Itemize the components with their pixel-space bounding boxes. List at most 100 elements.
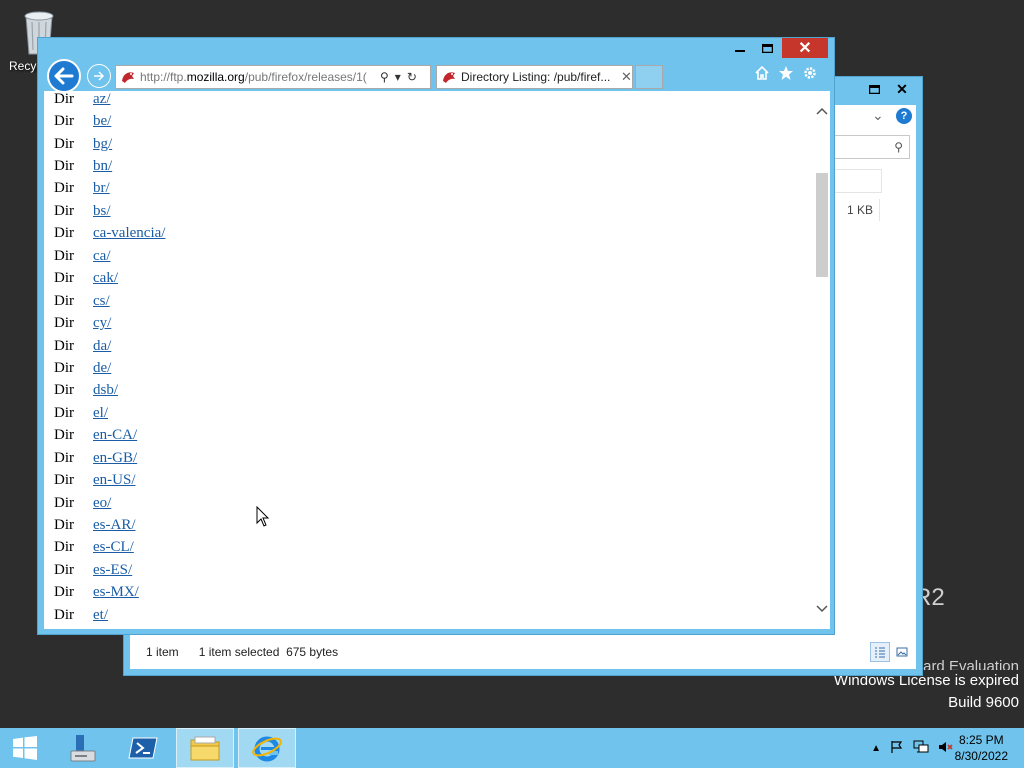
taskbar: ▲ 8:25 PM 8/30/2022 xyxy=(0,728,1024,768)
show-hidden-icons-icon[interactable]: ▲ xyxy=(871,743,881,754)
explorer-search-input[interactable]: ⚲ xyxy=(830,135,910,159)
directory-link[interactable]: es-AR/ xyxy=(93,517,136,534)
entry-type: Dir xyxy=(54,561,74,578)
home-icon[interactable] xyxy=(754,65,770,86)
action-center-flag-icon[interactable] xyxy=(890,740,904,757)
scrollbar-thumb[interactable] xyxy=(816,173,828,277)
entry-type: Dir xyxy=(54,113,74,130)
directory-link[interactable]: cy/ xyxy=(93,315,111,332)
list-item: Dir da/ xyxy=(54,335,165,357)
settings-gear-icon[interactable] xyxy=(802,65,818,86)
url-text[interactable]: http://ftp.mozilla.org/pub/firefox/relea… xyxy=(140,70,374,84)
clock-date: 8/30/2022 xyxy=(954,749,1008,763)
large-icons-view-button[interactable] xyxy=(892,642,912,662)
list-item: Dir es-AR/ xyxy=(54,514,165,536)
entry-type: Dir xyxy=(54,135,74,152)
back-button[interactable] xyxy=(47,59,81,93)
directory-link[interactable]: bn/ xyxy=(93,158,112,175)
list-item: Dir bn/ xyxy=(54,155,165,177)
directory-link[interactable]: es-MX/ xyxy=(93,584,139,601)
file-explorer-taskbar-icon[interactable] xyxy=(176,728,234,768)
page-content[interactable]: Dir az/Dir be/Dir bg/Dir bn/Dir br/Dir bs/Dir c… xyxy=(44,91,830,629)
entry-type: Dir xyxy=(54,494,74,511)
entry-type: Dir xyxy=(54,404,74,421)
entry-type: Dir xyxy=(54,225,74,242)
list-item: Dir et/ xyxy=(54,604,165,626)
directory-link[interactable]: eo/ xyxy=(93,495,111,512)
directory-link[interactable]: en-US/ xyxy=(93,472,136,489)
entry-type: Dir xyxy=(54,427,74,444)
directory-link[interactable]: be/ xyxy=(93,113,111,130)
directory-link[interactable]: de/ xyxy=(93,360,111,377)
maximize-button[interactable] xyxy=(754,38,781,58)
directory-link[interactable]: en-GB/ xyxy=(93,450,137,467)
directory-link[interactable]: en-CA/ xyxy=(93,427,137,444)
entry-type: Dir xyxy=(54,584,74,601)
directory-link[interactable]: ca/ xyxy=(93,248,110,265)
favorites-star-icon[interactable] xyxy=(778,65,794,86)
directory-link[interactable]: ca-valencia/ xyxy=(93,225,165,242)
scroll-down-icon[interactable] xyxy=(813,599,830,619)
refresh-icon[interactable]: ↻ xyxy=(407,70,417,84)
network-icon[interactable] xyxy=(913,740,929,757)
close-button[interactable]: ✕ xyxy=(782,38,828,58)
system-tray: ▲ xyxy=(871,740,954,757)
volume-muted-icon[interactable] xyxy=(938,740,954,757)
chevron-down-icon[interactable]: ⌄ xyxy=(872,107,884,124)
vertical-scrollbar[interactable] xyxy=(813,91,830,629)
tab-close-icon[interactable]: ✕ xyxy=(621,69,632,85)
directory-link[interactable]: es-CL/ xyxy=(93,539,134,556)
entry-type: Dir xyxy=(54,539,74,556)
explorer-close-button[interactable]: ✕ xyxy=(888,79,916,99)
scroll-up-icon[interactable] xyxy=(813,101,830,121)
internet-explorer-taskbar-icon[interactable] xyxy=(238,728,296,768)
list-item: Dir en-GB/ xyxy=(54,447,165,469)
forward-button[interactable] xyxy=(87,64,111,88)
list-item: Dir ca/ xyxy=(54,245,165,267)
directory-link[interactable]: br/ xyxy=(93,180,110,197)
entry-type: Dir xyxy=(54,359,74,376)
list-item: Dir be/ xyxy=(54,110,165,132)
search-icon[interactable]: ⚲ xyxy=(380,70,389,84)
tab-directory-listing[interactable]: Directory Listing: /pub/firef... ✕ xyxy=(436,65,633,89)
directory-link[interactable]: es-ES/ xyxy=(93,562,132,579)
dropdown-arrow-icon[interactable]: ▾ xyxy=(395,70,401,84)
minimize-button[interactable] xyxy=(726,38,753,58)
site-favicon-icon xyxy=(122,72,134,83)
powershell-icon[interactable] xyxy=(114,728,172,768)
directory-link[interactable]: az/ xyxy=(93,91,110,108)
entry-type: Dir xyxy=(54,270,74,287)
directory-link[interactable]: da/ xyxy=(93,338,111,355)
address-bar[interactable]: http://ftp.mozilla.org/pub/firefox/relea… xyxy=(115,65,431,89)
browser-window[interactable]: ✕ http://ftp.mozilla.org/pub/firefox/rel… xyxy=(37,37,835,635)
server-manager-icon[interactable] xyxy=(54,728,112,768)
list-item: Dir bg/ xyxy=(54,133,165,155)
details-view-button[interactable] xyxy=(870,642,890,662)
new-tab-button[interactable] xyxy=(635,65,663,89)
entry-type: Dir xyxy=(54,315,74,332)
entry-type: Dir xyxy=(54,337,74,354)
tab-title: Directory Listing: /pub/firef... xyxy=(461,70,611,84)
entry-type: Dir xyxy=(54,158,74,175)
list-item: Dir es-MX/ xyxy=(54,582,165,604)
list-item: Dir bs/ xyxy=(54,200,165,222)
directory-link[interactable]: cs/ xyxy=(93,293,110,310)
directory-link[interactable]: bs/ xyxy=(93,203,111,220)
clock[interactable]: 8:25 PM 8/30/2022 xyxy=(955,732,1008,764)
directory-link[interactable]: dsb/ xyxy=(93,382,118,399)
directory-link[interactable]: cak/ xyxy=(93,270,118,287)
list-item: Dir br/ xyxy=(54,178,165,200)
explorer-maximize-button[interactable] xyxy=(860,79,888,99)
list-item: Dir az/ xyxy=(54,91,165,110)
help-icon[interactable]: ? xyxy=(896,108,912,124)
directory-listing: Dir az/Dir be/Dir bg/Dir bn/Dir br/Dir bs/Dir c… xyxy=(54,91,165,627)
list-item: Dir es-ES/ xyxy=(54,559,165,581)
entry-type: Dir xyxy=(54,472,74,489)
directory-link[interactable]: et/ xyxy=(93,607,108,624)
directory-link[interactable]: el/ xyxy=(93,405,108,422)
start-button[interactable] xyxy=(0,728,50,768)
directory-link[interactable]: bg/ xyxy=(93,136,112,153)
entry-type: Dir xyxy=(54,247,74,264)
search-icon: ⚲ xyxy=(894,140,903,154)
list-item: Dir dsb/ xyxy=(54,380,165,402)
